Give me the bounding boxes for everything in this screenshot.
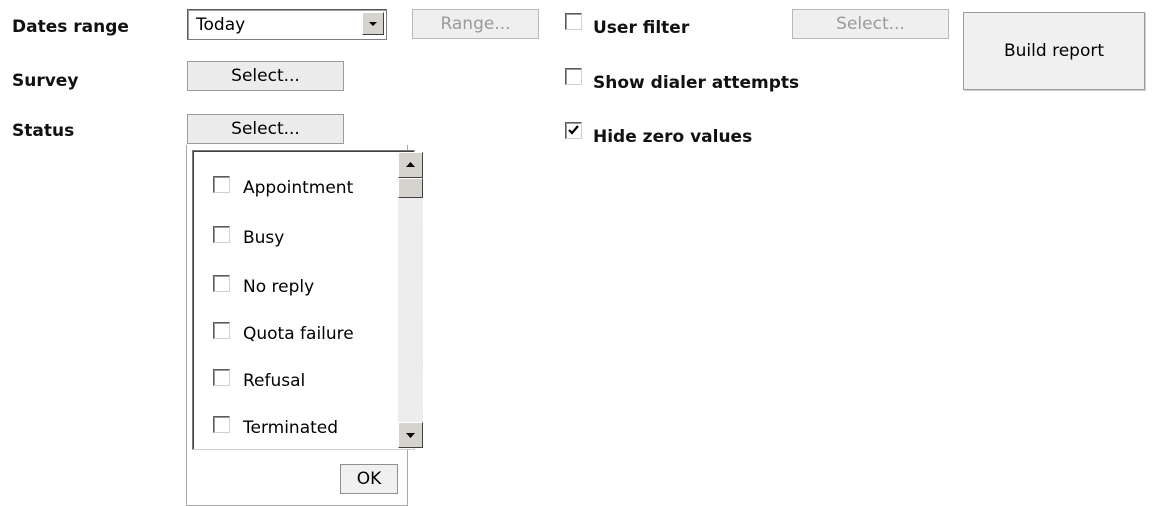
chevron-down-icon bbox=[369, 22, 377, 26]
scroll-thumb[interactable] bbox=[398, 178, 423, 198]
list-item-label: Terminated bbox=[243, 418, 339, 438]
arrow-up-icon bbox=[406, 162, 415, 167]
scroll-down-button[interactable] bbox=[398, 422, 423, 448]
hide-zero-values-label: Hide zero values bbox=[593, 127, 753, 147]
show-dialer-attempts-checkbox[interactable] bbox=[565, 68, 582, 85]
list-item-label: Quota failure bbox=[243, 324, 354, 344]
dates-range-label: Dates range bbox=[12, 17, 129, 37]
list-item-checkbox[interactable] bbox=[213, 226, 230, 243]
dropdown-arrow-button[interactable] bbox=[362, 12, 384, 35]
survey-label: Survey bbox=[12, 71, 79, 91]
user-filter-label: User filter bbox=[593, 18, 690, 38]
list-item-checkbox[interactable] bbox=[213, 416, 230, 433]
dates-range-value: Today bbox=[196, 15, 246, 35]
user-filter-select-button[interactable]: Select... bbox=[792, 9, 949, 39]
status-popup: Appointment Busy No reply Quota failure … bbox=[186, 145, 423, 506]
list-item-label: Appointment bbox=[243, 178, 354, 198]
show-dialer-attempts-label: Show dialer attempts bbox=[593, 73, 800, 93]
build-report-button[interactable]: Build report bbox=[963, 12, 1145, 90]
list-item-checkbox[interactable] bbox=[213, 369, 230, 386]
scroll-up-button[interactable] bbox=[398, 152, 423, 178]
list-item-label: No reply bbox=[243, 277, 315, 297]
dates-range-select[interactable]: Today bbox=[187, 9, 387, 40]
list-item-checkbox[interactable] bbox=[213, 322, 230, 339]
list-item-checkbox[interactable] bbox=[213, 275, 230, 292]
range-button[interactable]: Range... bbox=[412, 9, 539, 39]
list-item-checkbox[interactable] bbox=[213, 176, 230, 193]
status-label: Status bbox=[12, 121, 75, 141]
survey-select-button[interactable]: Select... bbox=[187, 61, 344, 91]
ok-button[interactable]: OK bbox=[340, 464, 398, 494]
listbox-scrollbar[interactable] bbox=[398, 152, 423, 448]
status-listbox[interactable]: Appointment Busy No reply Quota failure … bbox=[192, 150, 423, 450]
user-filter-checkbox[interactable] bbox=[565, 13, 582, 30]
checkmark-icon bbox=[568, 125, 579, 135]
status-select-button[interactable]: Select... bbox=[187, 114, 344, 144]
arrow-down-icon bbox=[406, 433, 415, 438]
hide-zero-values-checkbox[interactable] bbox=[565, 122, 582, 139]
list-item-label: Busy bbox=[243, 228, 285, 248]
list-item-label: Refusal bbox=[243, 371, 306, 391]
